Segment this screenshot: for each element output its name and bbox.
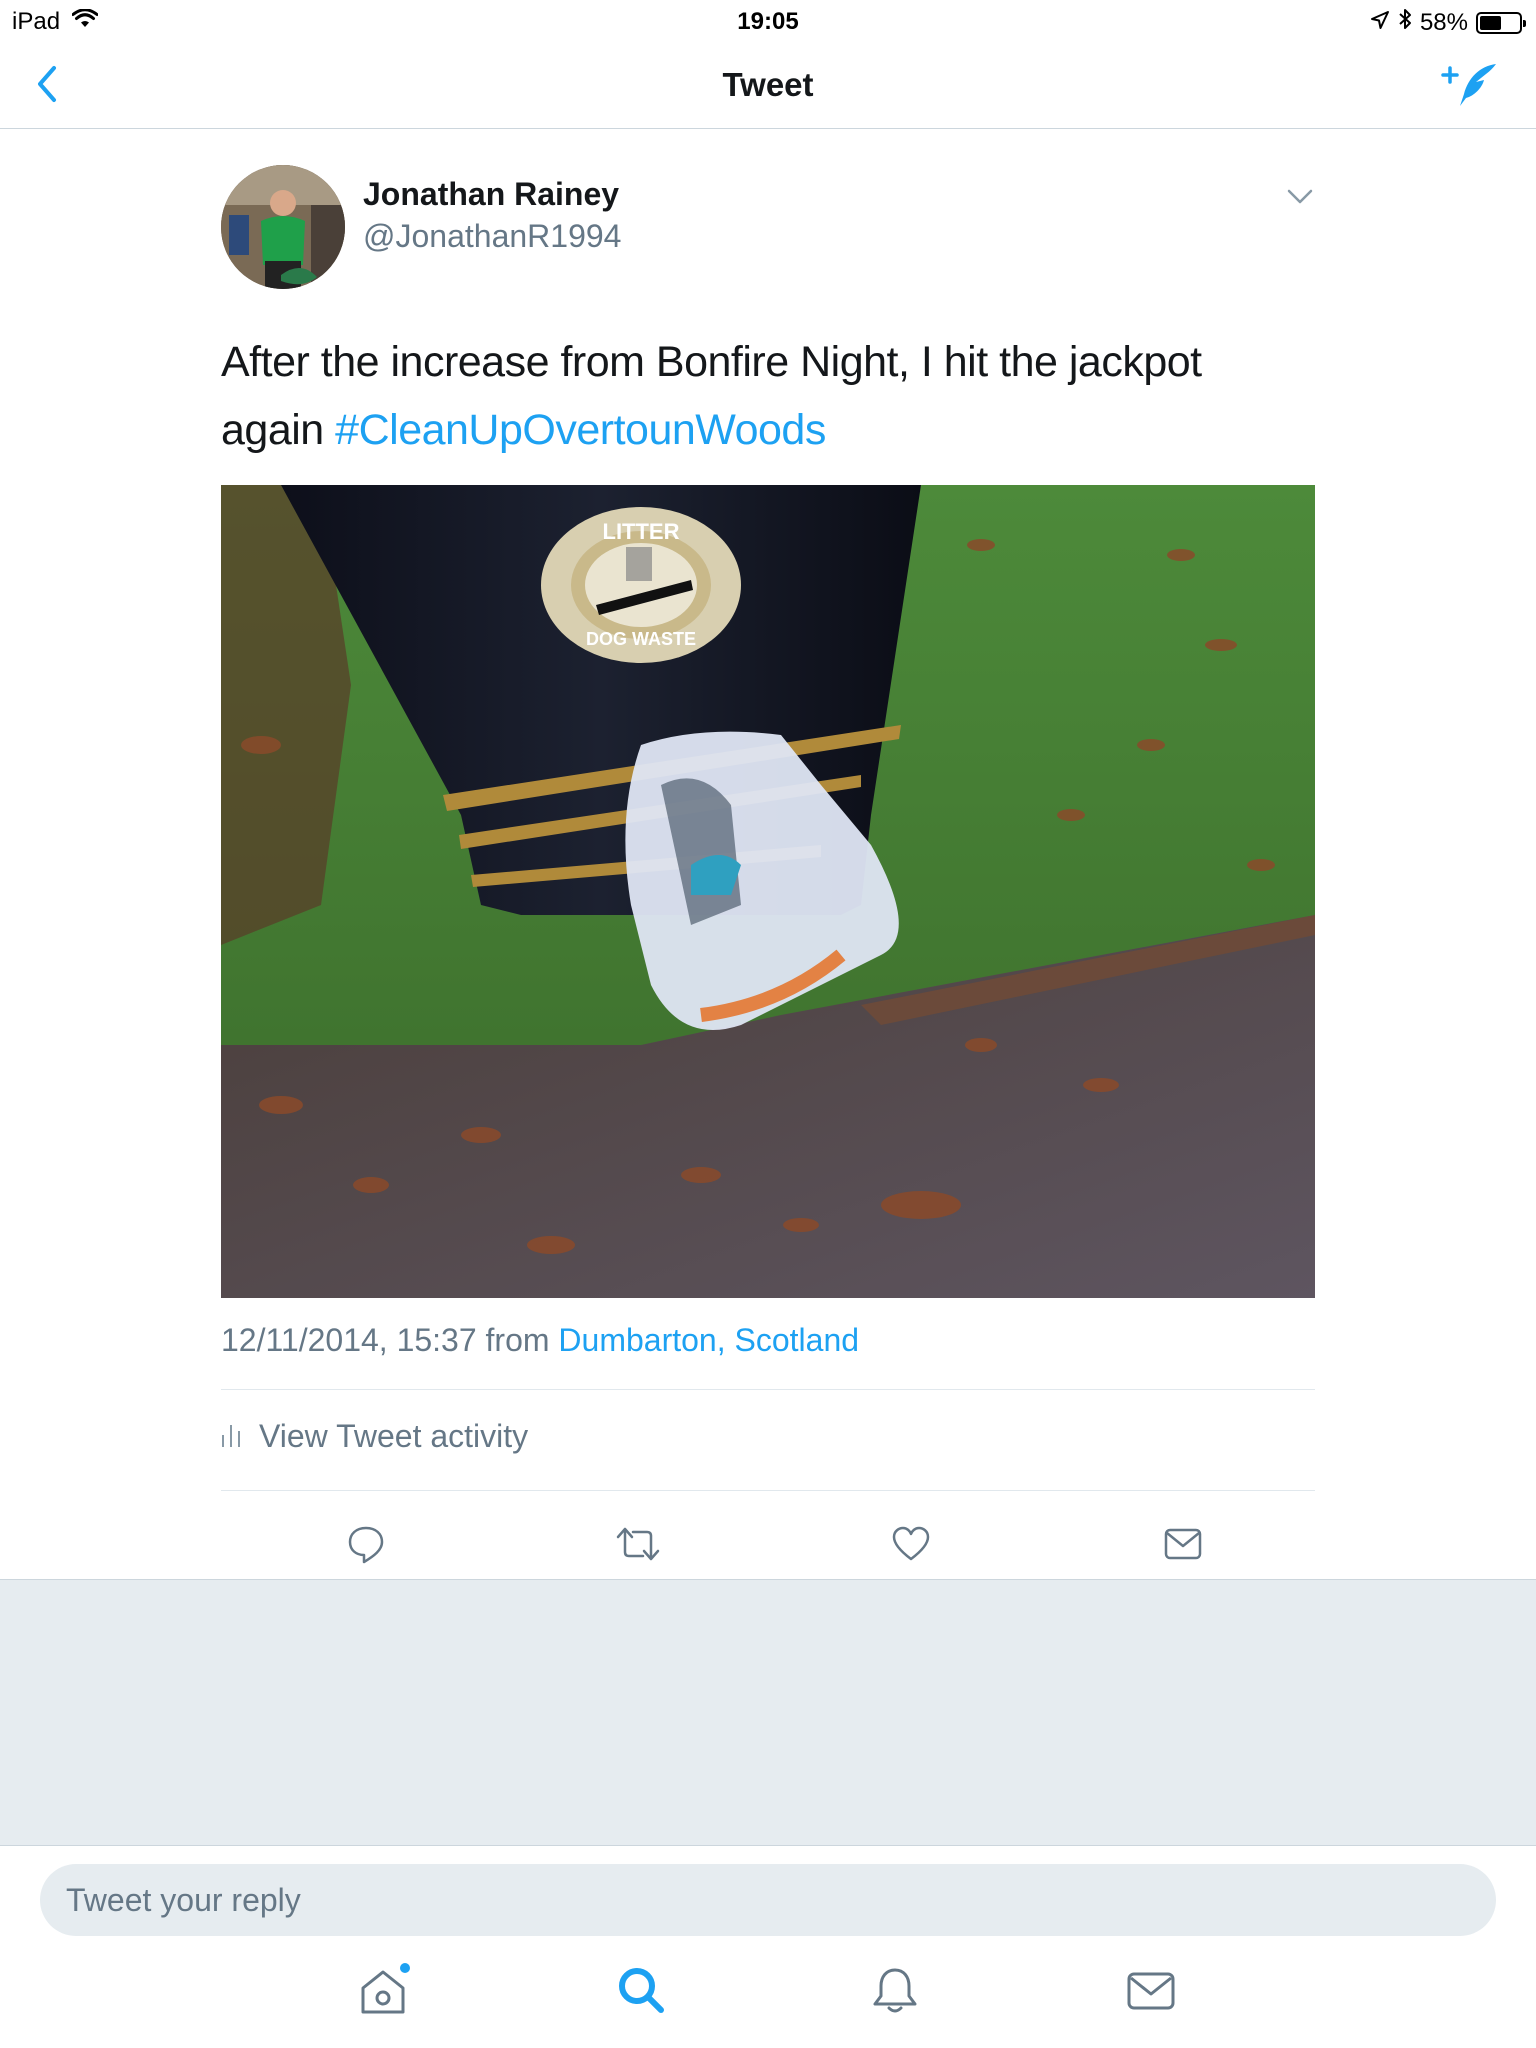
messages-icon[interactable] [1116, 1955, 1186, 2025]
avatar[interactable] [221, 165, 345, 289]
bluetooth-icon [1398, 8, 1412, 37]
status-time: 19:05 [737, 8, 799, 35]
retweet-icon[interactable] [608, 1516, 668, 1572]
author-handle[interactable]: @JonathanR1994 [363, 218, 621, 255]
page-title: Tweet [722, 66, 814, 103]
tweet-meta: 12/11/2014, 15:37 from Dumbarton, Scotla… [221, 1322, 859, 1359]
location-arrow-icon [1370, 9, 1390, 37]
notification-dot [400, 1963, 410, 1973]
chevron-down-icon[interactable] [1285, 184, 1315, 208]
compose-tweet-icon[interactable] [1440, 60, 1500, 110]
status-bar: iPad 19:05 58% [0, 0, 1536, 40]
like-icon[interactable] [881, 1516, 941, 1572]
battery-fill [1480, 15, 1501, 30]
view-activity-link[interactable]: View Tweet activity [221, 1418, 528, 1455]
view-activity-label: View Tweet activity [259, 1418, 529, 1454]
notifications-icon[interactable] [860, 1955, 930, 2025]
tab-bar [0, 1943, 1536, 2048]
bar-chart-icon [221, 1418, 243, 1455]
home-icon[interactable] [348, 1955, 418, 2025]
bin-label-top: LITTER [603, 519, 680, 544]
battery-icon [1476, 11, 1526, 34]
direct-message-icon[interactable] [1153, 1516, 1213, 1572]
author-name[interactable]: Jonathan Rainey [363, 176, 619, 213]
divider [221, 1490, 1315, 1491]
nav-bar: Tweet [0, 40, 1536, 129]
bin-label-bottom: DOG WASTE [586, 629, 696, 649]
reply-bar [0, 1845, 1536, 1944]
hashtag-link[interactable]: #CleanUpOvertounWoods [335, 406, 826, 454]
tweet-photo[interactable]: LITTER DOG WASTE [221, 485, 1315, 1298]
status-right: 58% [1370, 8, 1526, 37]
reply-icon[interactable] [336, 1516, 396, 1572]
search-icon[interactable] [606, 1955, 676, 2025]
tweet-timestamp: 12/11/2014, 15:37 from [221, 1322, 559, 1358]
tweet-location-link[interactable]: Dumbarton, Scotland [558, 1322, 859, 1358]
replies-area [0, 1579, 1536, 1846]
divider [221, 1389, 1315, 1390]
reply-input[interactable] [40, 1864, 1496, 1936]
tweet-text: After the increase from Bonfire Night, I… [221, 328, 1315, 464]
battery-percent: 58% [1419, 8, 1468, 36]
